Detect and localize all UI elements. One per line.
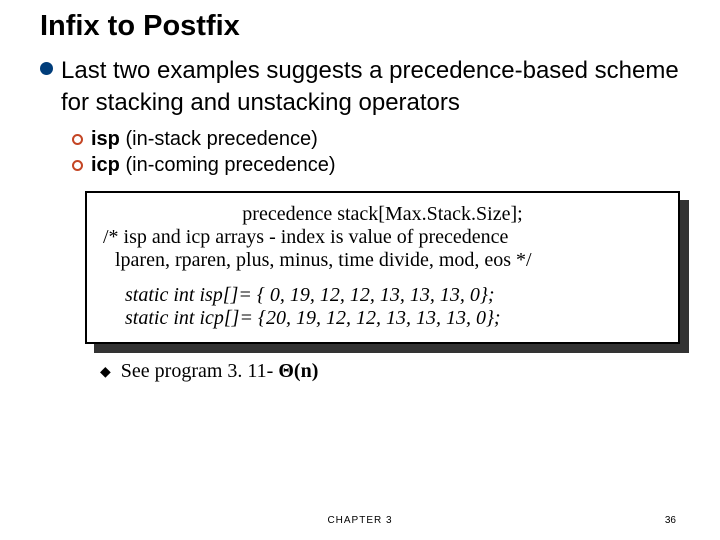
code-box: precedence stack[Max.Stack.Size]; /* isp…: [85, 191, 680, 344]
footer-center: CHAPTER 3: [0, 515, 720, 526]
sub2-bold: icp: [91, 154, 120, 176]
see-3: (n): [294, 360, 318, 382]
code-line-4: static int isp[]= { 0, 19, 12, 12, 13, 1…: [103, 284, 662, 307]
sub-bullet-1: isp (in-stack precedence): [72, 128, 680, 151]
code-line-2: /* isp and icp arrays - index is value o…: [103, 226, 662, 249]
sub-bullet-2: icp (in-coming precedence): [72, 154, 680, 177]
theta: Θ: [278, 360, 294, 382]
sub1-bold: isp: [91, 128, 120, 150]
see-1: See program 3. 11-: [121, 360, 279, 382]
code-line-1: precedence stack[Max.Stack.Size];: [103, 203, 662, 226]
footer-right: 36: [665, 515, 676, 526]
bullet-main: Last two examples suggests a precedence-…: [40, 55, 680, 120]
circle-icon: [72, 160, 83, 171]
sub1-rest: (in-stack precedence): [120, 128, 318, 150]
title: Infix to Postfix: [40, 10, 680, 43]
code-line-5: static int icp[]= {20, 19, 12, 12, 13, 1…: [103, 307, 662, 330]
bullet-icon: [40, 62, 53, 75]
sub2-text: icp (in-coming precedence): [91, 154, 336, 177]
main-text: Last two examples suggests a precedence-…: [61, 55, 680, 120]
sub2-rest: (in-coming precedence): [120, 154, 336, 176]
see-text: See program 3. 11- Θ(n): [121, 360, 319, 383]
circle-icon: [72, 134, 83, 145]
sub1-text: isp (in-stack precedence): [91, 128, 318, 151]
code-line-3: lparen, rparen, plus, minus, time divide…: [103, 249, 662, 272]
see-bullet: ◆ See program 3. 11- Θ(n): [100, 360, 680, 383]
diamond-icon: ◆: [100, 363, 111, 380]
